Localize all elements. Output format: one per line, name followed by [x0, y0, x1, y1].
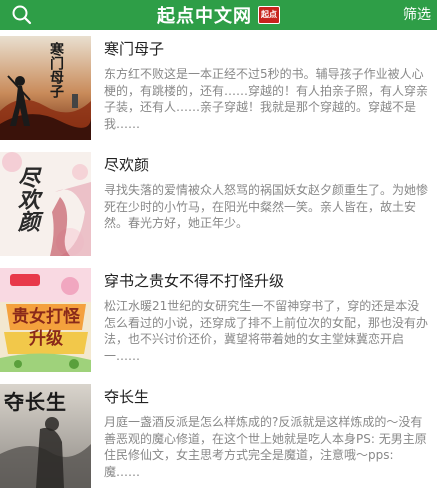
book-title[interactable]: 尽欢颜: [104, 154, 149, 175]
book-title[interactable]: 夺长生: [104, 386, 149, 407]
cover-title: 寒门母子: [48, 42, 64, 98]
book-item[interactable]: 贵女打怪升级 穿书之贵女不得不打怪升级 松江水暖21世纪的女研究生一不留神穿书了…: [0, 268, 437, 380]
app-title: 起点中文网: [157, 6, 252, 27]
book-cover[interactable]: 寒门母子: [0, 36, 91, 140]
book-description: 寻找失落的爱情被众人怒骂的祸国妖女赵夕颜重生了。为她惨死在少时的小竹马，在阳光中…: [104, 183, 429, 230]
brand-badge: 起点: [258, 6, 280, 24]
cover-title: 夺长生: [4, 390, 67, 414]
search-icon: [12, 5, 32, 25]
book-item[interactable]: 寒门母子 寒门母子 东方红不败这是一本正经不过5秒的书。辅导孩子作业被人心梗的，…: [0, 36, 437, 148]
book-description: 东方红不败这是一本正经不过5秒的书。辅导孩子作业被人心梗的，有跳楼的，还有……穿…: [104, 67, 429, 131]
book-title[interactable]: 穿书之贵女不得不打怪升级: [104, 270, 284, 291]
top-app-bar: 起点中文网 起点 筛选: [0, 0, 437, 30]
book-item[interactable]: 尽欢颜 尽欢颜 寻找失落的爱情被众人怒骂的祸国妖女赵夕颜重生了。为她惨死在少时的…: [0, 152, 437, 264]
book-description: 松江水暖21世纪的女研究生一不留神穿书了，穿的还是本没怎么看过的小说，还穿成了排…: [104, 299, 429, 363]
book-item[interactable]: 夺长生 夺长生 月庭一盏酒反派是怎么样炼成的?反派就是这样炼成的～没有善恶观的魔…: [0, 384, 437, 495]
filter-button[interactable]: 筛选: [403, 0, 431, 30]
cover-title: 贵女打怪升级: [12, 307, 80, 349]
book-cover[interactable]: 尽欢颜: [0, 152, 91, 256]
book-cover[interactable]: 贵女打怪升级: [0, 268, 91, 372]
book-description: 月庭一盏酒反派是怎么样炼成的?反派就是这样炼成的～没有善恶观的魔心修道，在这个世…: [104, 415, 427, 479]
book-title[interactable]: 寒门母子: [104, 38, 164, 59]
search-button[interactable]: [10, 3, 34, 27]
cover-title: 尽欢颜: [14, 166, 40, 232]
book-cover[interactable]: 夺长生: [0, 384, 91, 488]
